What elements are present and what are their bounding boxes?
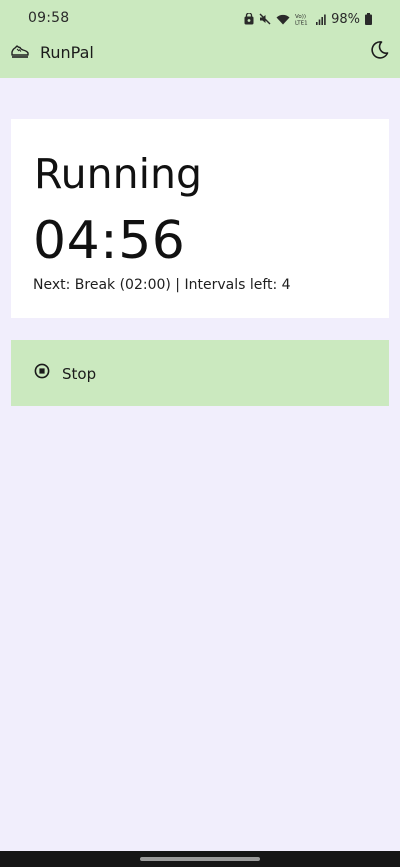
battery-percentage: 98% — [331, 11, 360, 27]
countdown-timer: 04:56 — [33, 211, 186, 271]
running-shoe-icon — [11, 45, 29, 58]
svg-text:LTE1: LTE1 — [295, 21, 308, 26]
battery-icon — [365, 13, 372, 25]
next-interval-info: Next: Break (02:00) | Intervals left: 4 — [33, 277, 291, 293]
wifi-icon — [276, 14, 290, 24]
svg-text:Vo)): Vo)) — [295, 14, 306, 20]
stop-button-label: Stop — [62, 365, 97, 383]
signal-icon — [316, 14, 326, 25]
app-title: RunPal — [40, 43, 94, 62]
stop-circle-icon — [34, 363, 50, 379]
phase-label: Running — [34, 150, 203, 198]
mute-icon — [259, 13, 271, 25]
moon-icon[interactable] — [368, 39, 390, 61]
status-bar: 09:58 Vo)) LTE1 98% — [0, 0, 400, 34]
app-bar: RunPal — [0, 34, 400, 78]
run-status-card: Running 04:56 Next: Break (02:00) | Inte… — [11, 119, 389, 318]
stop-button[interactable]: Stop — [11, 340, 389, 406]
lock-badge-icon — [244, 13, 254, 25]
status-time: 09:58 — [28, 10, 70, 26]
system-navigation-bar — [0, 851, 400, 867]
top-area: 09:58 Vo)) LTE1 98% RunPal — [0, 0, 400, 78]
gesture-handle[interactable] — [140, 857, 260, 861]
status-icons: Vo)) LTE1 98% — [244, 10, 372, 28]
volte-lte-icon: Vo)) LTE1 — [295, 14, 308, 26]
